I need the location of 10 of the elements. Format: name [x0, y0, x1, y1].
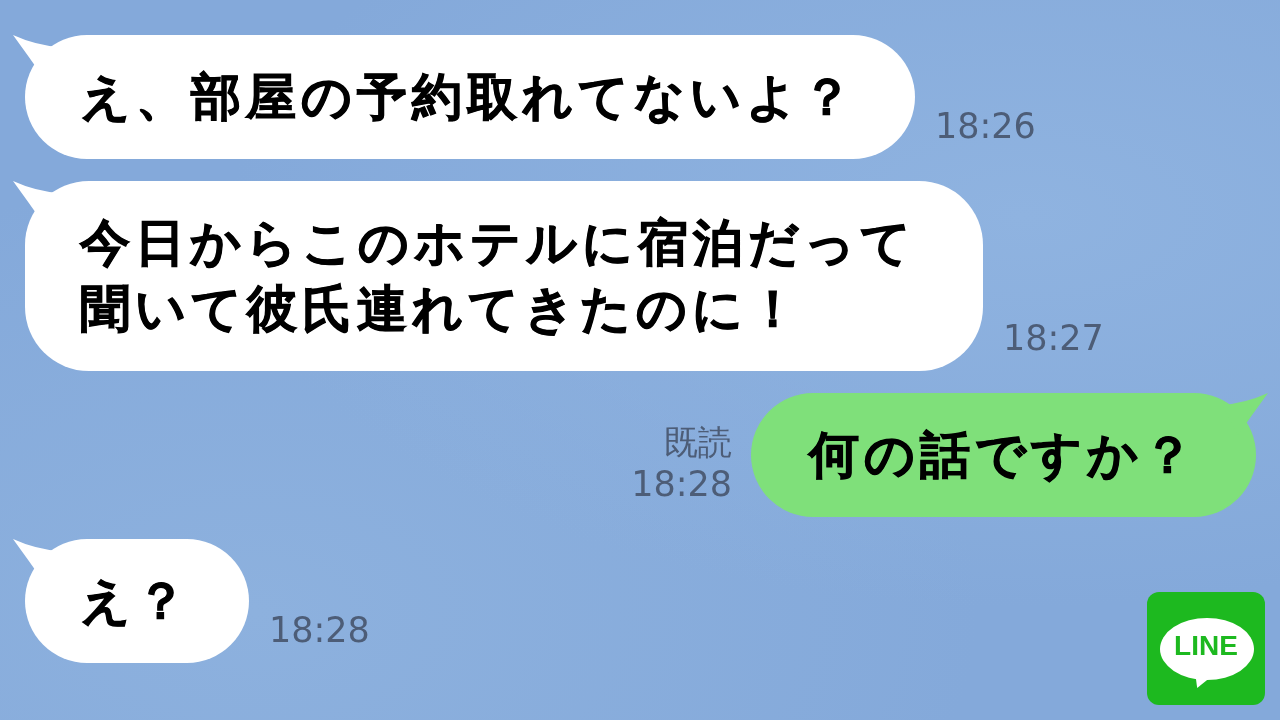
message-time: 18:28: [269, 609, 370, 651]
message-text: え、部屋の予約取れてないよ？: [80, 67, 857, 128]
message-time: 18:27: [1003, 317, 1104, 359]
message-text: え？: [80, 571, 191, 632]
message-text: 今日からこのホテルに宿泊だって聞いて彼氏連れてきたのに！: [80, 213, 917, 340]
message-time: 18:28: [631, 463, 732, 505]
message-time: 18:26: [935, 105, 1036, 147]
message-text: 何の話ですか？: [809, 425, 1198, 486]
app-logo: LINE: [1147, 592, 1265, 705]
read-receipt: 既読: [664, 421, 732, 463]
